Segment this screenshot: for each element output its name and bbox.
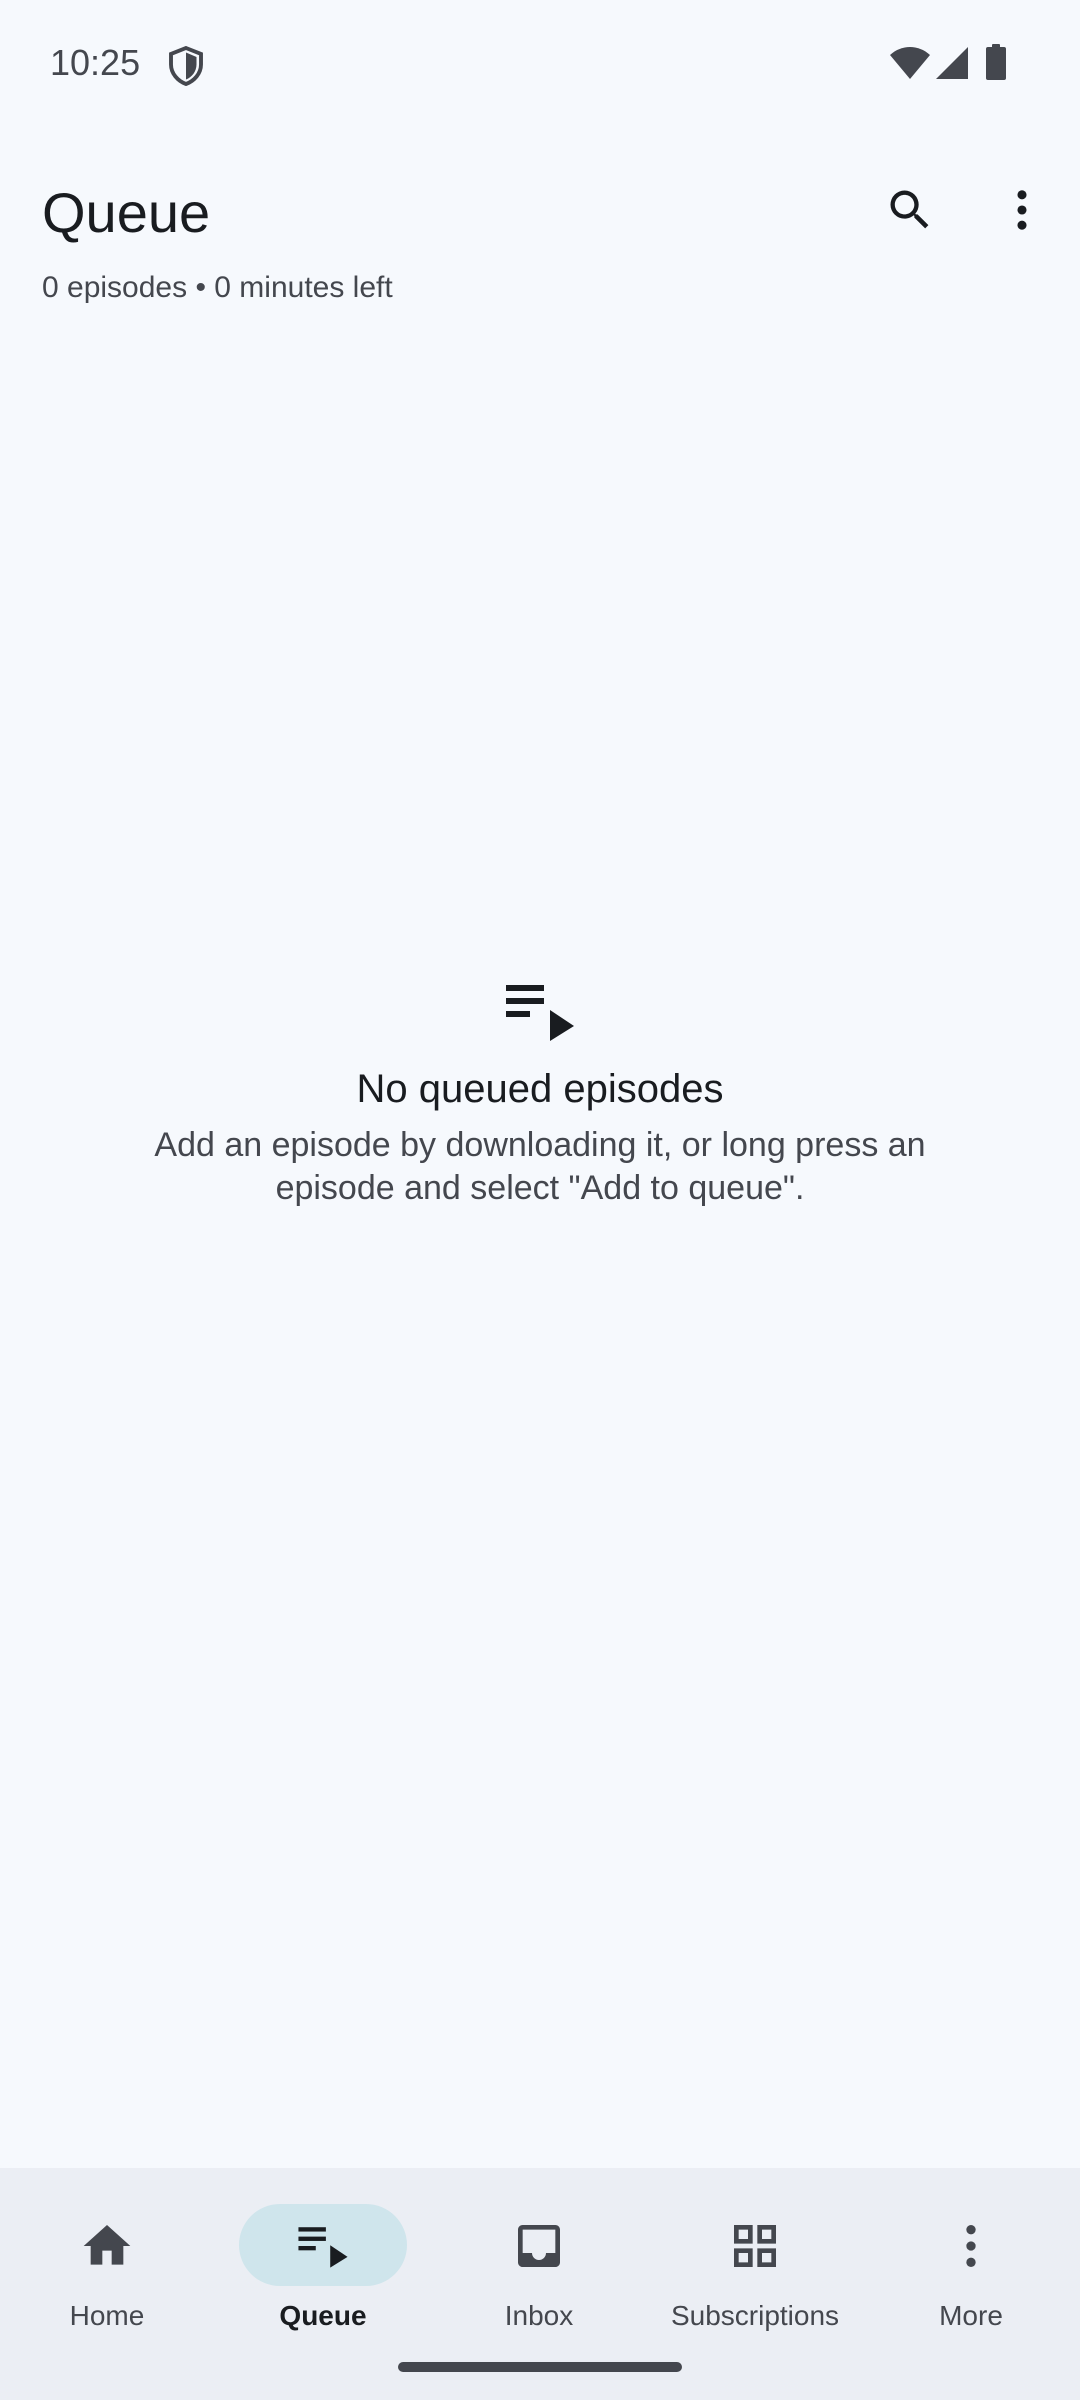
shield-icon [169, 46, 203, 86]
nav-item-queue[interactable]: Queue [223, 2186, 423, 2336]
nav-item-inbox[interactable]: Inbox [439, 2186, 639, 2336]
grid-icon [725, 2218, 785, 2274]
empty-state-title: No queued episodes [356, 1067, 724, 1111]
nav-label-home: Home [69, 2300, 145, 2331]
nav-label-subscriptions: Subscriptions [670, 2300, 840, 2331]
nav-item-more[interactable]: More [871, 2186, 1071, 2336]
nav-label-more: More [939, 2300, 1003, 2331]
signal-icon [936, 47, 968, 79]
more-options-button[interactable] [982, 170, 1062, 250]
screen: 10:25 Queue 0 episodes • 0 minutes left [0, 0, 1080, 2400]
queue-playlist-icon [506, 985, 574, 1041]
page-title: Queue [42, 181, 211, 244]
search-icon [890, 190, 929, 229]
empty-state-description: Add an episode by downloading it, or lon… [154, 1126, 926, 1207]
more-vert-icon [1017, 190, 1027, 230]
status-bar: 10:25 [0, 0, 1080, 130]
gesture-home-indicator[interactable] [398, 2362, 682, 2372]
queue-icon [293, 2218, 353, 2274]
status-time: 10:25 [50, 42, 141, 83]
nav-item-subscriptions[interactable]: Subscriptions [655, 2186, 855, 2336]
battery-icon [986, 44, 1006, 80]
search-button[interactable] [870, 170, 950, 250]
wifi-icon [890, 47, 930, 79]
queue-summary: 0 episodes • 0 minutes left [42, 271, 393, 304]
nav-item-home[interactable]: Home [7, 2186, 207, 2336]
inbox-icon [509, 2218, 569, 2274]
more-vert-icon [941, 2218, 1001, 2274]
empty-state: No queued episodes Add an episode by dow… [0, 980, 1080, 1210]
nav-label-queue: Queue [279, 2300, 367, 2331]
nav-label-inbox: Inbox [504, 2300, 574, 2331]
home-icon [77, 2218, 137, 2274]
